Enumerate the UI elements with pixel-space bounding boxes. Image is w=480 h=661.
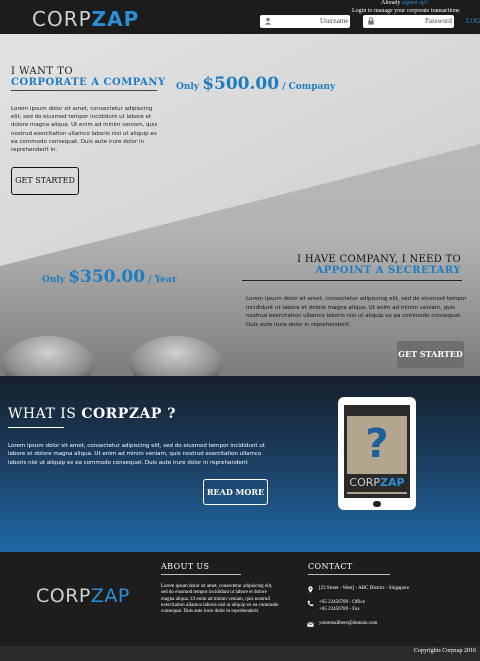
site-footer: CORPZAP ABOUT US Lorem ipsum dolor sit a… (0, 552, 480, 661)
corporate-heading-underline (11, 90, 157, 91)
username-placeholder: Username (320, 17, 349, 25)
secretary-price: Only $350.00 / Year (42, 267, 177, 287)
tablet-logo: CORPZAP (347, 474, 407, 492)
corporate-heading-line2: CORPORATE A COMPANY (11, 77, 166, 88)
signed-up-link[interactable]: signed up? (402, 0, 428, 6)
user-icon (264, 17, 272, 25)
secretary-description: Lorem ipsum dolor sit amet, consectetur … (246, 296, 467, 328)
footer-about-underline (161, 574, 241, 575)
corporate-price: Only $500.00 / Company (176, 74, 335, 94)
phone-icon (307, 600, 314, 607)
price1-amount: $500.00 (202, 74, 280, 94)
login-subtitle: Login to manage your corporate transacti… (352, 8, 460, 14)
about-band-description: Lorem ipsum dolor sit amet, consectetur … (8, 443, 265, 466)
tablet-logo-corp: CORP (349, 476, 381, 489)
tablet-illustration: ? CORPZAP (338, 397, 416, 510)
login-button[interactable]: LOG (466, 17, 480, 25)
corpzap-question: CORPZAP ? (81, 406, 176, 422)
corporate-heading-line1: I WANT TO (11, 66, 74, 77)
phone-fax: +65 23456789 - Fax (319, 606, 360, 612)
map-pin-icon (308, 586, 313, 593)
what-is-text: WHAT IS (8, 406, 77, 422)
email-text[interactable]: youremailhere@domain.com (319, 621, 377, 628)
site-header: CORPZAP Already signed up? Login to mana… (0, 0, 480, 34)
tablet-logo-zap: ZAP (380, 476, 405, 489)
hero-section: I WANT TO CORPORATE A COMPANY Only $500.… (0, 34, 480, 376)
price1-unit: / Company (282, 82, 336, 92)
already-signed-up: Already signed up? (381, 0, 428, 6)
footer-contact-title: CONTACT (308, 562, 353, 571)
logo-text-corp: CORP (32, 7, 92, 31)
footer-contact-underline (308, 574, 390, 575)
footer-about-text: Lorem ipsum dolor sit amet, consectetur … (161, 584, 279, 615)
secretary-heading-line2: APPOINT A SECRETARY (315, 265, 461, 276)
site-logo[interactable]: CORPZAP (32, 7, 139, 31)
phone-lines: +65 23456789 - Office +65 23456789 - Fax (319, 600, 365, 613)
footer-logo-zap: ZAP (90, 585, 130, 607)
phone-office: +65 23456789 - Office (319, 600, 365, 605)
password-input[interactable]: Password (363, 15, 454, 28)
address-text: [23 Street - West] - ABC District - Sing… (319, 586, 410, 591)
get-started-secretary-button[interactable]: GET STARTED (397, 341, 464, 368)
copyright-bar: Copyrights Corpzap 2016 (0, 646, 480, 661)
envelope-icon (307, 622, 314, 627)
footer-logo-corp: CORP (36, 585, 91, 607)
price1-only: Only (176, 82, 200, 92)
secretary-heading-line1: I HAVE COMPANY, I NEED TO (297, 254, 461, 265)
footer-about-title: ABOUT US (161, 562, 210, 571)
price2-only: Only (42, 275, 66, 285)
logo-text-zap: ZAP (91, 7, 140, 31)
read-more-button[interactable]: READ MORE (203, 479, 268, 505)
what-is-heading: WHAT IS CORPZAP ? (8, 406, 176, 422)
corporate-description: Lorem ipsum dolor sit amet, consectetur … (11, 106, 158, 154)
copyright-text: Copyrights Corpzap 2016 (414, 648, 476, 654)
what-is-underline (8, 427, 64, 428)
footer-logo[interactable]: CORPZAP (36, 585, 130, 607)
get-started-corporate-button[interactable]: GET STARTED (11, 167, 79, 195)
already-label: Already (381, 0, 401, 6)
about-band: WHAT IS CORPZAP ? Lorem ipsum dolor sit … (0, 376, 480, 552)
question-mark-icon: ? (365, 421, 389, 467)
secretary-heading-underline (242, 280, 462, 281)
lock-icon (368, 17, 374, 25)
username-input[interactable]: Username (260, 15, 350, 28)
password-placeholder: Password (425, 17, 452, 25)
tablet-home-button (373, 501, 381, 507)
price2-unit: / Year (148, 275, 177, 285)
price2-amount: $350.00 (68, 267, 146, 287)
